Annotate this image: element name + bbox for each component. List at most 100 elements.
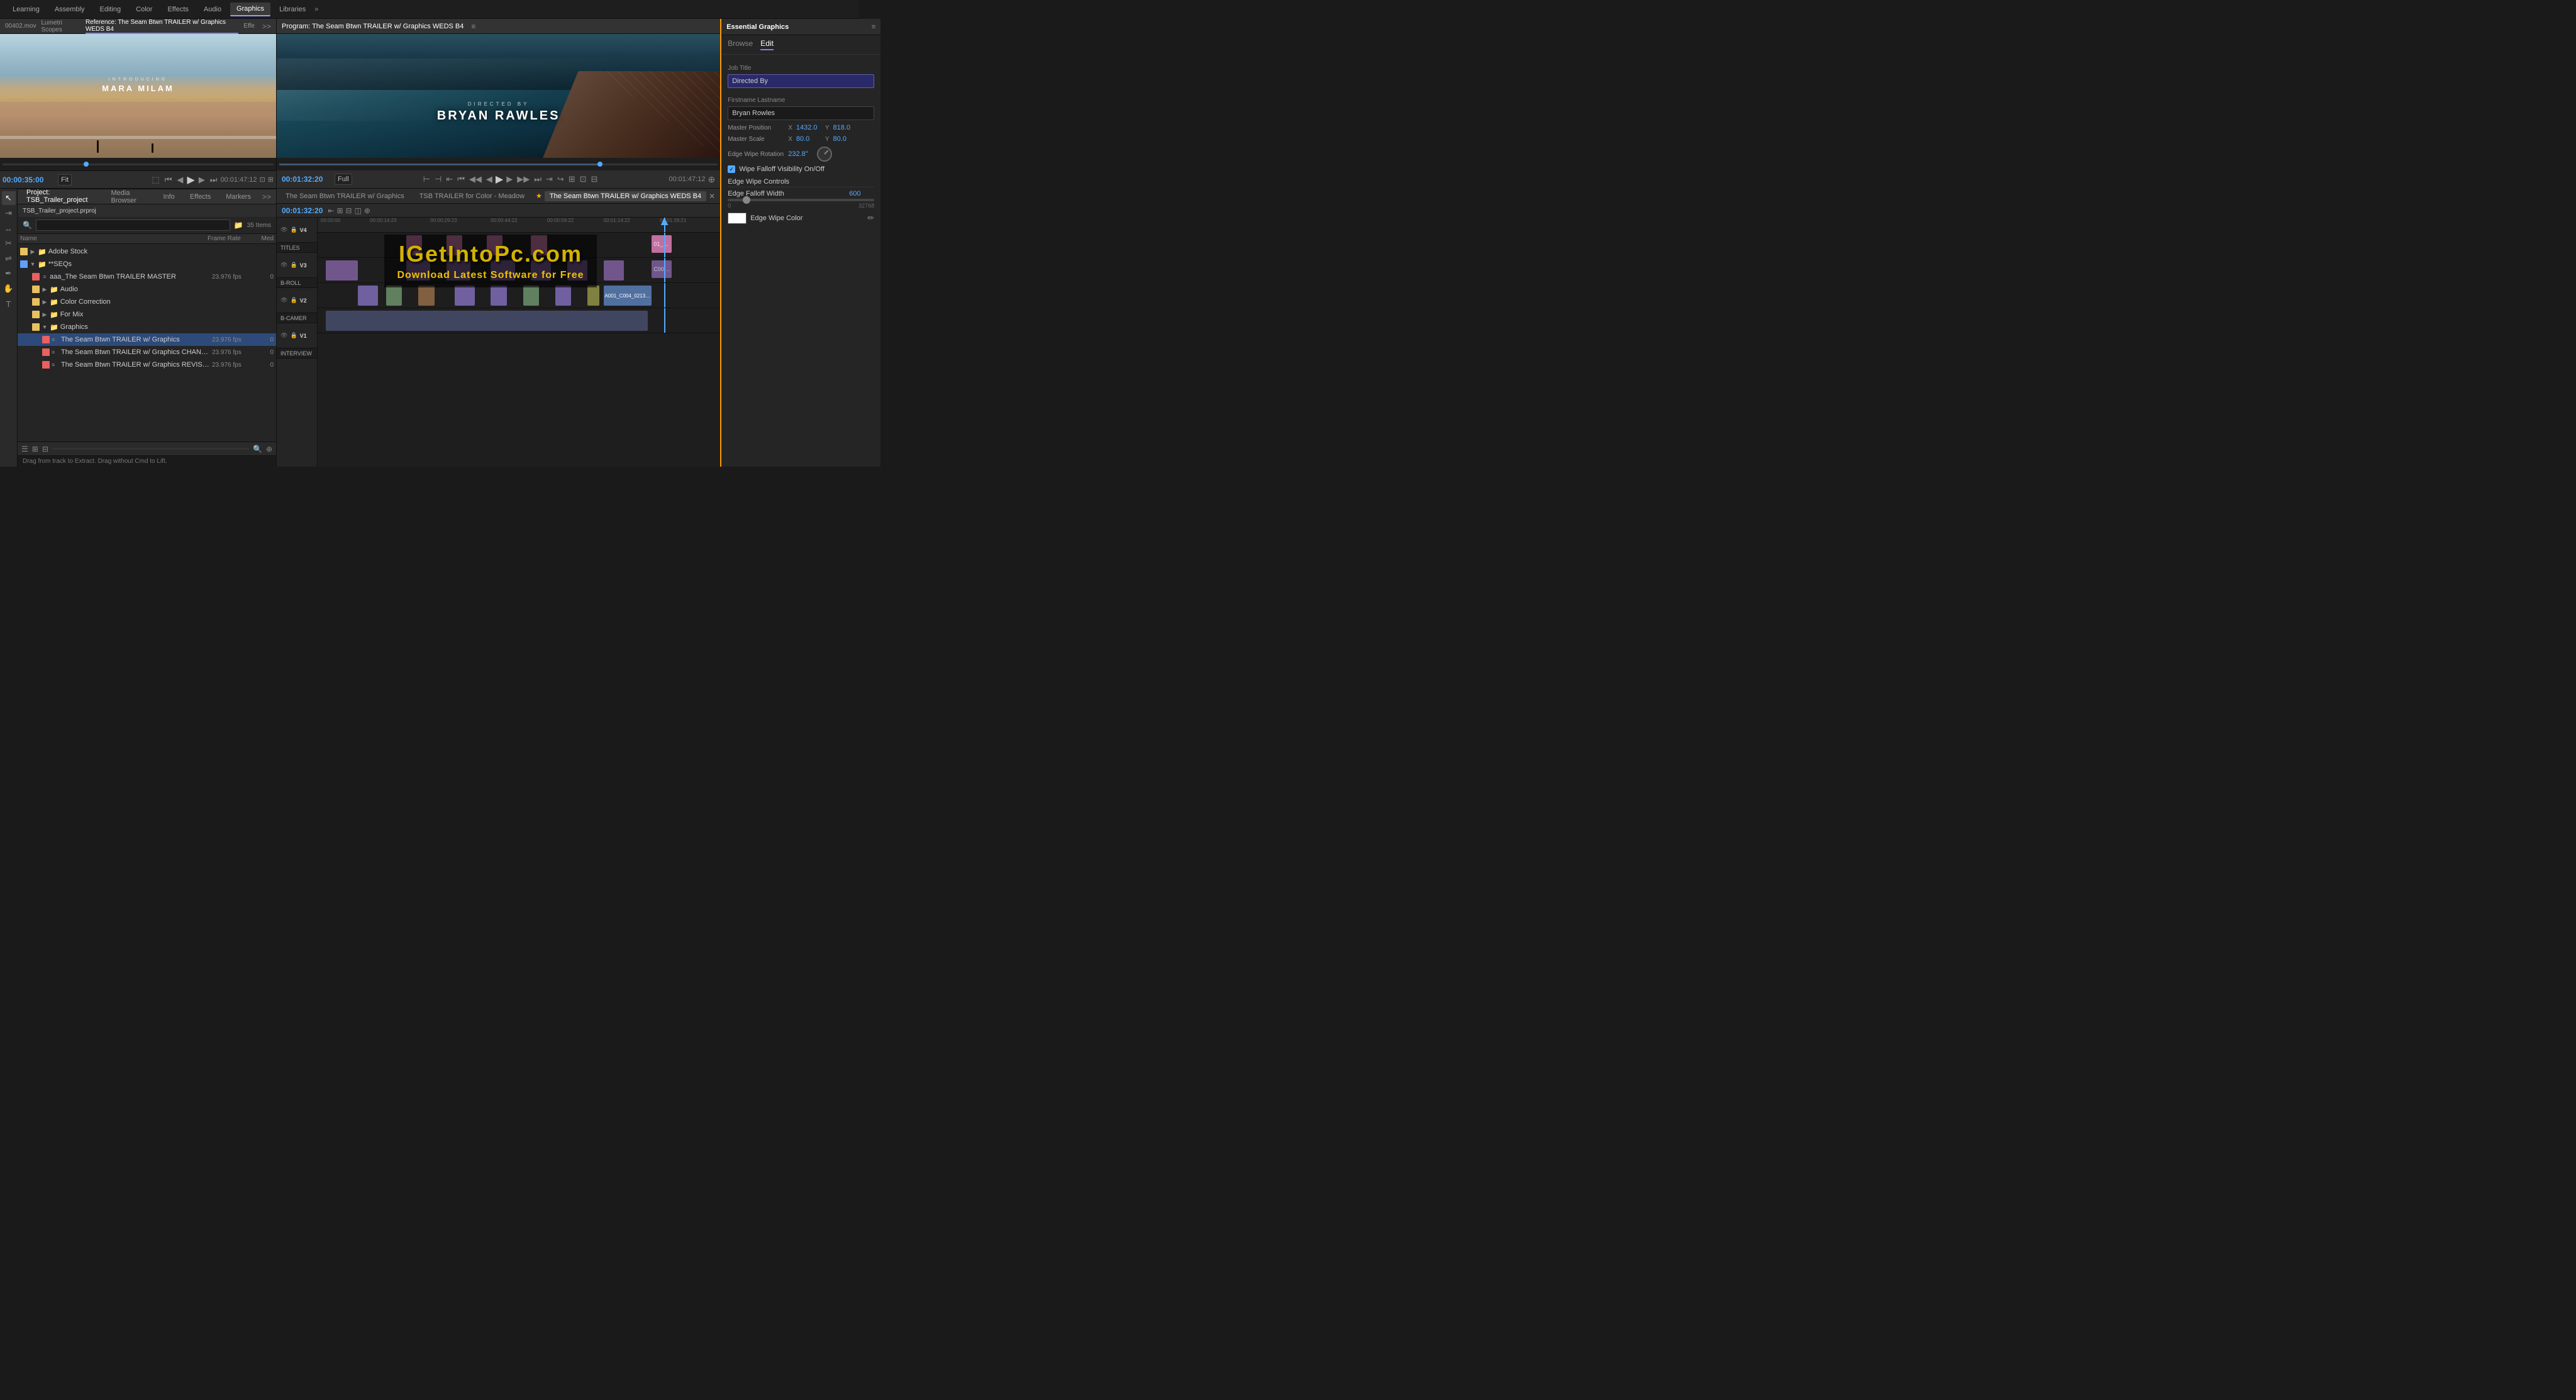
expand-arrow-graphics[interactable]: ▼ bbox=[42, 324, 48, 330]
ripple-edit-tool-btn[interactable]: ↔ bbox=[2, 221, 16, 235]
prog-insert[interactable]: ↪ bbox=[556, 173, 565, 186]
eg-menu-btn[interactable]: ≡ bbox=[872, 23, 875, 31]
clip-bcam-5[interactable] bbox=[491, 286, 507, 306]
nav-graphics[interactable]: Graphics bbox=[230, 3, 270, 16]
nav-color[interactable]: Color bbox=[130, 3, 158, 16]
source-tab-lumetri[interactable]: Lumetri Scopes bbox=[41, 19, 80, 33]
nav-effects[interactable]: Effects bbox=[161, 3, 194, 16]
track-v3-broll[interactable]: C006_C0... bbox=[318, 258, 720, 283]
source-insert-btn[interactable]: ⊡ bbox=[260, 175, 265, 184]
v4-eye-icon[interactable]: 👁 bbox=[280, 226, 287, 233]
prog-step-back[interactable]: ⏮ bbox=[456, 173, 466, 186]
project-panel-more[interactable]: >> bbox=[262, 192, 271, 201]
prog-play-btn[interactable]: ▶ bbox=[496, 173, 503, 186]
program-scrubber[interactable] bbox=[277, 158, 720, 170]
expand-arrow-audio[interactable]: ▶ bbox=[42, 286, 48, 293]
clip-broll-3[interactable] bbox=[447, 260, 470, 281]
eg-edit-tab[interactable]: Edit bbox=[760, 39, 774, 50]
v3-lock-icon[interactable]: 🔒 bbox=[290, 262, 297, 269]
col-header-fps[interactable]: Frame Rate bbox=[208, 235, 255, 242]
razor-tool-btn[interactable]: ✂ bbox=[2, 236, 16, 250]
edge-wipe-rotation-knob[interactable] bbox=[817, 147, 832, 162]
source-mark-in[interactable]: ⬚ bbox=[150, 174, 160, 186]
prog-mark-out[interactable]: ⊣ bbox=[433, 173, 443, 186]
prog-step-fwd[interactable]: ⏭ bbox=[533, 173, 543, 186]
eg-browse-tab[interactable]: Browse bbox=[728, 39, 753, 50]
program-fit[interactable]: Full bbox=[335, 174, 352, 185]
expand-arrow[interactable]: ▶ bbox=[30, 248, 36, 255]
clip-bcam-8[interactable] bbox=[587, 286, 599, 306]
source-next-frame[interactable]: ▶ bbox=[197, 174, 206, 186]
tree-row-seam3[interactable]: ≡ The Seam Btwn TRAILER w/ Graphics REVI… bbox=[18, 358, 276, 371]
clip-broll-1[interactable] bbox=[326, 260, 358, 281]
source-play-btn[interactable]: ▶ bbox=[187, 174, 194, 186]
clip-broll-6[interactable] bbox=[567, 260, 587, 281]
v3-eye-icon[interactable]: 👁 bbox=[280, 262, 287, 269]
wipe-falloff-checkbox[interactable]: ✓ bbox=[728, 165, 735, 173]
tl-tool-4[interactable]: ◫ bbox=[355, 206, 362, 215]
clip-title-5[interactable]: 01_Title... bbox=[652, 235, 672, 253]
info-tab[interactable]: Info bbox=[159, 191, 178, 203]
eg-job-title-field[interactable] bbox=[728, 74, 874, 88]
clip-broll-4[interactable] bbox=[491, 260, 514, 281]
clip-broll-2[interactable] bbox=[406, 260, 430, 281]
source-prev-frame[interactable]: ◀ bbox=[175, 174, 184, 186]
source-tab-effe[interactable]: Effe bbox=[243, 23, 255, 30]
clip-bcam-9[interactable]: A001_C004_0213NL... bbox=[604, 286, 652, 306]
clip-interview-main[interactable] bbox=[326, 311, 648, 331]
grid-view-btn[interactable]: ⊞ bbox=[32, 445, 38, 453]
tree-row-seam2[interactable]: ≡ The Seam Btwn TRAILER w/ Graphics CHAN… bbox=[18, 346, 276, 358]
tree-row-seam1[interactable]: ≡ The Seam Btwn TRAILER w/ Graphics 23.9… bbox=[18, 333, 276, 346]
clip-bcam-4[interactable] bbox=[455, 286, 475, 306]
clip-bcam-7[interactable] bbox=[555, 286, 572, 306]
clip-broll-5[interactable] bbox=[531, 260, 551, 281]
prog-mark-in[interactable]: ⊢ bbox=[422, 173, 431, 186]
track-select-tool-btn[interactable]: ⇥ bbox=[2, 206, 16, 220]
media-browser-tab[interactable]: Media Browser bbox=[108, 189, 152, 206]
project-search-input[interactable] bbox=[36, 219, 230, 231]
v4-lock-icon[interactable]: 🔒 bbox=[290, 226, 297, 233]
timeline-tab-3[interactable]: The Seam Btwn TRAILER w/ Graphics WEDS B… bbox=[545, 191, 706, 201]
edge-falloff-slider[interactable] bbox=[728, 199, 874, 201]
tree-row-graphics[interactable]: ▼ 📁 Graphics bbox=[18, 321, 276, 333]
program-menu-btn[interactable]: ≡ bbox=[471, 22, 475, 31]
clip-title-1[interactable] bbox=[406, 235, 423, 255]
program-timecode[interactable]: 00:01:32:20 bbox=[282, 175, 332, 184]
source-scrubber[interactable] bbox=[0, 158, 276, 170]
nav-editing[interactable]: Editing bbox=[94, 3, 128, 16]
prog-prev-edit[interactable]: ◀◀ bbox=[468, 173, 483, 186]
program-add-btn[interactable]: ⊕ bbox=[708, 174, 715, 185]
tree-row-audio[interactable]: ▶ 📁 Audio bbox=[18, 283, 276, 296]
source-more-btn[interactable]: >> bbox=[262, 22, 271, 31]
eg-pos-y-value[interactable]: 818.0 bbox=[833, 124, 858, 131]
zoom-slider[interactable] bbox=[52, 448, 249, 450]
prog-compare[interactable]: ⊟ bbox=[590, 173, 599, 186]
eg-falloff-value[interactable]: 600 bbox=[849, 190, 874, 197]
clip-bcam-1[interactable] bbox=[358, 286, 378, 306]
nav-learning[interactable]: Learning bbox=[6, 3, 46, 16]
track-v4-titles[interactable]: 01_Title... bbox=[318, 233, 720, 258]
clip-title-3[interactable] bbox=[487, 235, 503, 255]
clip-broll-7[interactable] bbox=[604, 260, 624, 281]
clip-broll-8[interactable]: C006_C0... bbox=[652, 260, 672, 278]
expand-arrow-formix[interactable]: ▶ bbox=[42, 311, 48, 318]
tree-row-master[interactable]: ≡ aaa_The Seam Btwn TRAILER MASTER 23.97… bbox=[18, 270, 276, 283]
tab-close-btn[interactable]: ✕ bbox=[709, 192, 715, 201]
clip-bcam-6[interactable] bbox=[523, 286, 540, 306]
edit-color-btn[interactable]: ✏ bbox=[867, 213, 874, 223]
prog-go-to-out[interactable]: ⇥ bbox=[545, 173, 554, 186]
source-overlay-btn[interactable]: ⊞ bbox=[268, 175, 274, 184]
eg-scale-x-value[interactable]: 80.0 bbox=[796, 135, 821, 143]
source-timecode[interactable]: 00:00:35:00 bbox=[3, 175, 53, 184]
timeline-tab-1[interactable]: The Seam Btwn TRAILER w/ Graphics bbox=[282, 191, 408, 201]
list-view-btn[interactable]: ☰ bbox=[21, 445, 28, 453]
effects-tab[interactable]: Effects bbox=[186, 191, 214, 203]
nav-audio[interactable]: Audio bbox=[197, 3, 228, 16]
eg-firstname-field[interactable] bbox=[728, 106, 874, 120]
icon-view-btn[interactable]: ⊟ bbox=[42, 445, 48, 453]
prog-export[interactable]: ⊡ bbox=[579, 173, 588, 186]
timeline-timecode[interactable]: 00:01:32:20 bbox=[282, 206, 323, 215]
tree-row-formix[interactable]: ▶ 📁 For Mix bbox=[18, 308, 276, 321]
v1-lock-icon[interactable]: 🔒 bbox=[290, 332, 297, 339]
timeline-ruler[interactable]: 00:00:00 00:00:14:23 00:00:29:23 00:00:4… bbox=[318, 218, 720, 233]
